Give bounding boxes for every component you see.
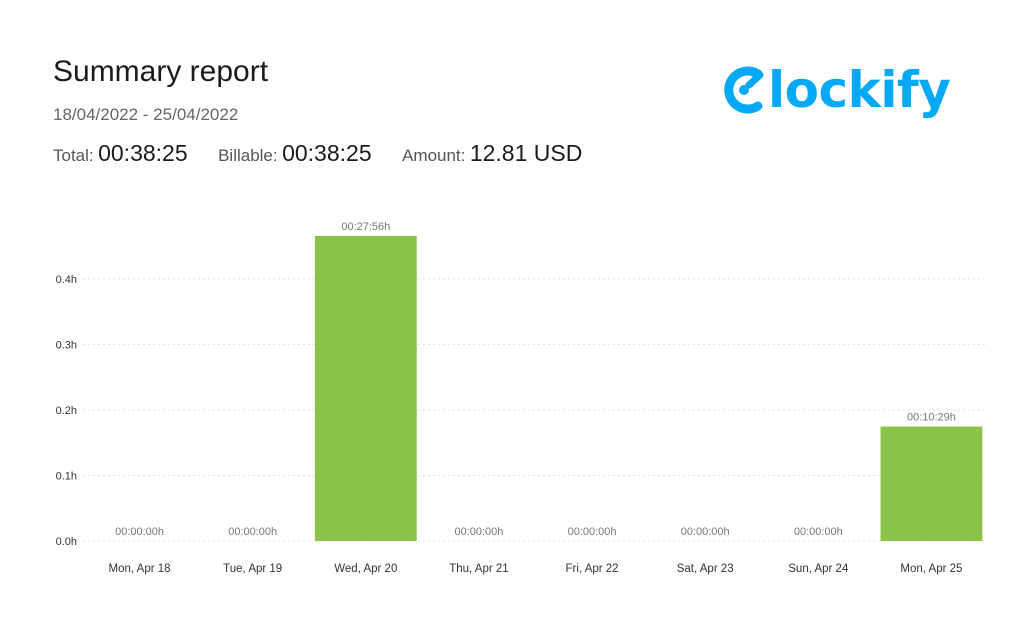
bar-data-label: 00:27:56h [341, 221, 390, 233]
x-tick-label: Thu, Apr 21 [449, 563, 508, 575]
y-tick-label: 0.0h [56, 536, 77, 548]
bar-data-label: 00:00:00h [681, 526, 730, 538]
y-tick-label: 0.2h [56, 405, 77, 417]
bar-data-label: 00:00:00h [115, 526, 164, 538]
x-tick-label: Mon, Apr 25 [900, 563, 962, 575]
bar [880, 426, 983, 541]
x-tick-label: Mon, Apr 18 [109, 563, 171, 575]
x-tick-label: Fri, Apr 22 [566, 563, 619, 575]
y-tick-label: 0.4h [56, 274, 77, 286]
y-tick-label: 0.1h [56, 470, 77, 482]
x-tick-label: Sat, Apr 23 [677, 563, 734, 575]
bar-data-label: 00:00:00h [228, 526, 277, 538]
bar-data-label: 00:00:00h [568, 526, 617, 538]
bar-data-label: 00:00:00h [794, 526, 843, 538]
bar [314, 236, 417, 541]
x-tick-label: Sun, Apr 24 [788, 563, 849, 575]
bar-data-label: 00:10:29h [907, 412, 956, 424]
bar-data-label: 00:00:00h [454, 526, 503, 538]
daily-hours-bar-chart: 0.0h 0.1h 0.2h 0.3h 0.4h 00:00:00h Mon, Apr 18… [56, 221, 988, 575]
x-tick-label: Tue, Apr 19 [223, 563, 282, 575]
y-tick-label: 0.3h [56, 339, 77, 351]
x-tick-label: Wed, Apr 20 [334, 563, 397, 575]
